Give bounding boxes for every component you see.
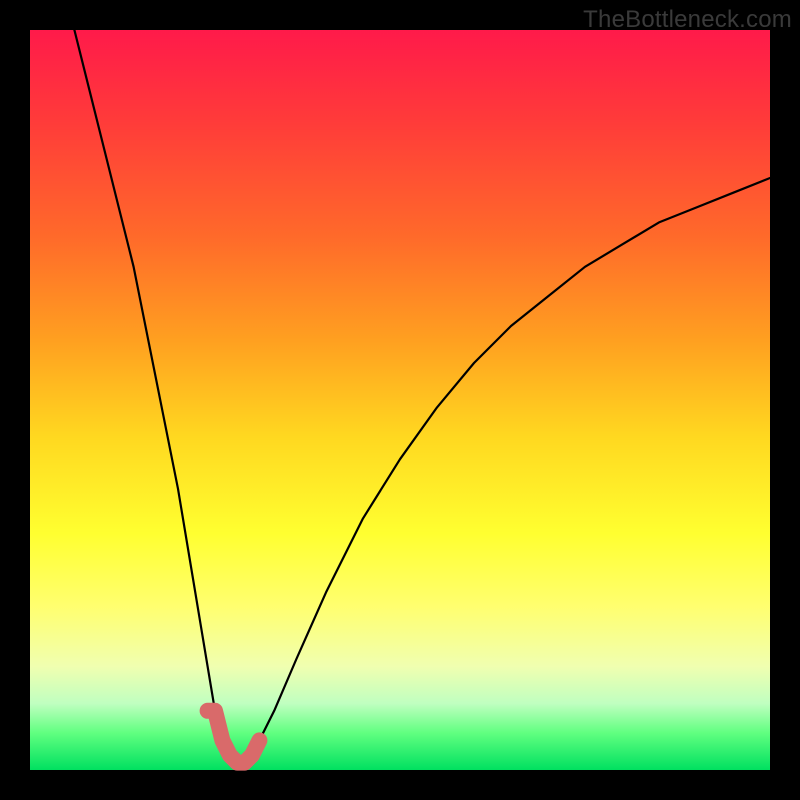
chart-svg-overlay: [0, 0, 800, 800]
chart-frame: TheBottleneck.com: [0, 0, 800, 800]
bottleneck-curve: [74, 30, 770, 763]
optimal-region-highlight: [208, 711, 260, 763]
